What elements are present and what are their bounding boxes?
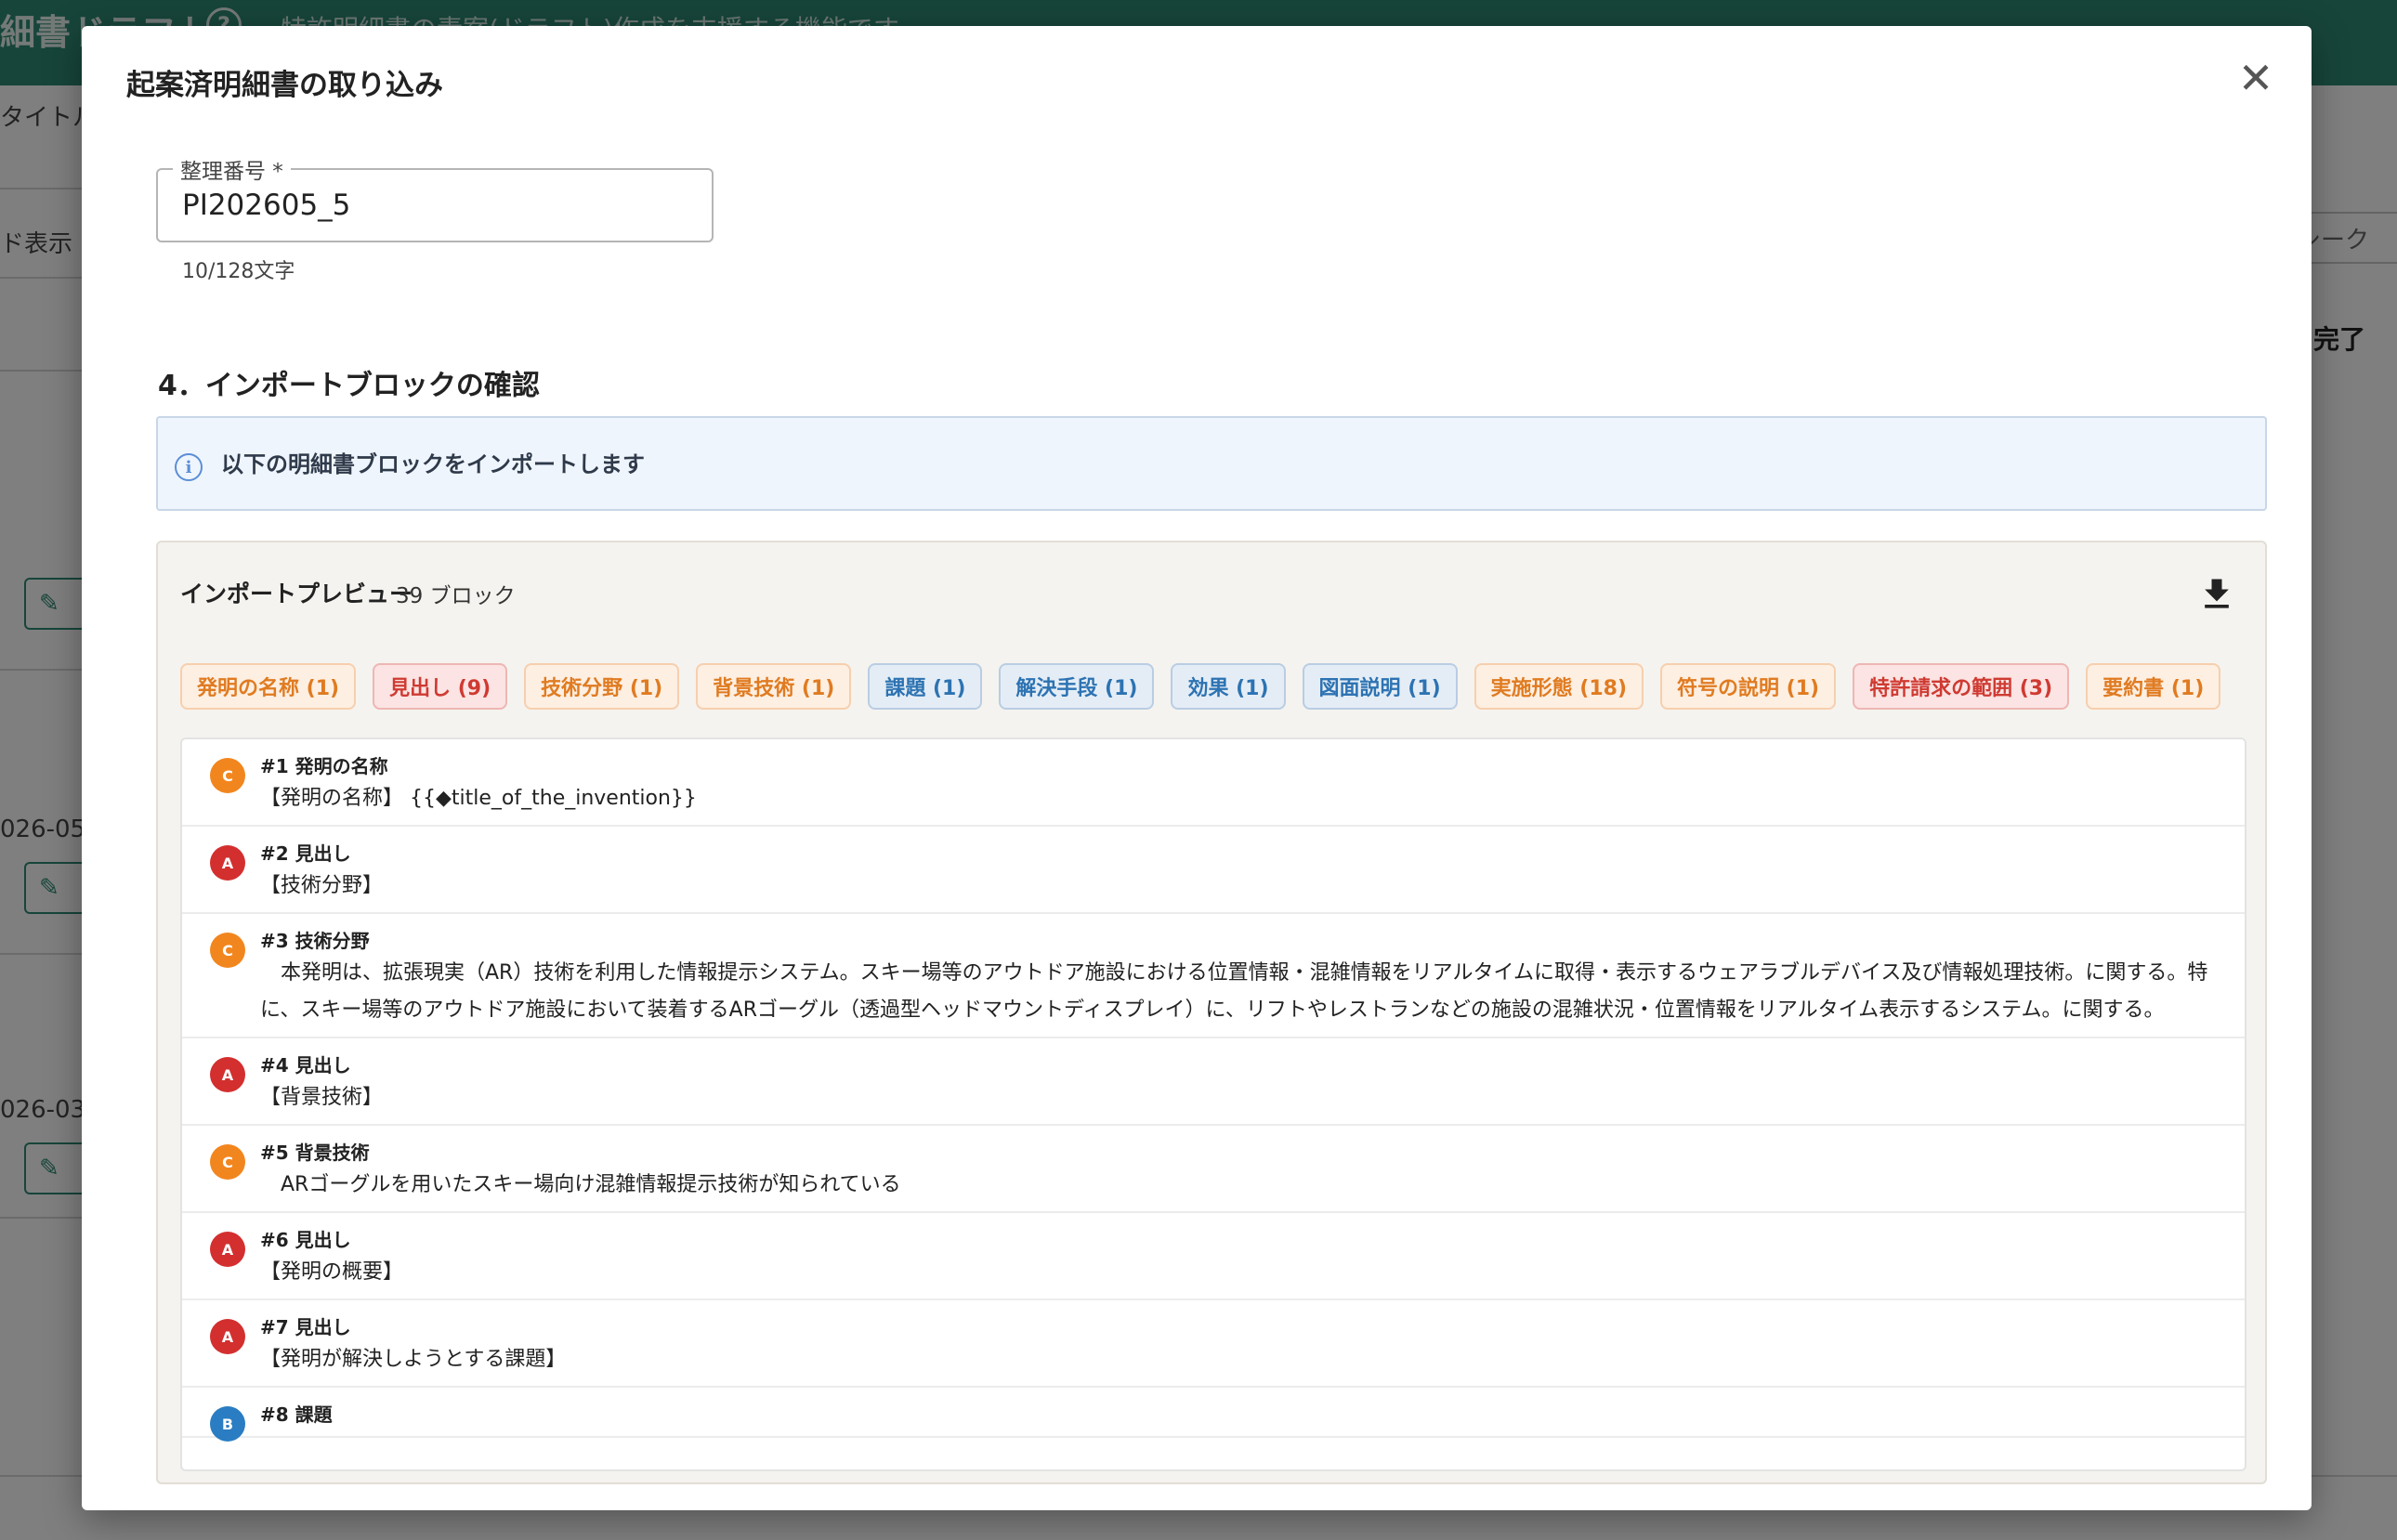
reference-number-field[interactable]: 整理番号 *	[156, 153, 714, 242]
block-heading: #2 見出し	[260, 842, 351, 865]
block-content: 本発明は、拡張現実（AR）技術を利用した情報提示システム。スキー場等のアウトドア…	[260, 961, 2208, 1022]
block-heading: #7 見出し	[260, 1316, 351, 1338]
import-preview: インポートプレビュー 39 ブロック 発明の名称 (1) 見出し (9) 技術分野 …	[156, 541, 2267, 1484]
block-type-badge: C	[210, 1144, 245, 1180]
block-heading: #4 見出し	[260, 1054, 351, 1077]
category-chip[interactable]: 効果 (1)	[1171, 663, 1286, 710]
category-chip[interactable]: 図面説明 (1)	[1302, 663, 1458, 710]
block-type-badge: A	[210, 845, 245, 881]
block-content	[260, 1429, 2217, 1436]
download-icon[interactable]	[2196, 574, 2237, 615]
block-list[interactable]: C #1 発明の名称【発明の名称】 {{◆title_of_the_inventi…	[180, 737, 2246, 1471]
block-type-badge: B	[210, 1406, 245, 1442]
category-chip[interactable]: 要約書 (1)	[2086, 663, 2221, 710]
category-chip[interactable]: 技術分野 (1)	[524, 663, 680, 710]
block-row[interactable]: C #3 技術分野 本発明は、拡張現実（AR）技術を利用した情報提示システム。スキ…	[182, 914, 2245, 1038]
category-filter-chips: 発明の名称 (1) 見出し (9) 技術分野 (1) 背景技術 (1) 課題 (1) 解決…	[180, 663, 2221, 710]
block-content: ARゴーグルを用いたスキー場向け混雑情報提示技術が知られている	[260, 1173, 901, 1196]
block-row[interactable]: C #1 発明の名称【発明の名称】 {{◆title_of_the_inventi…	[182, 739, 2245, 827]
category-chip[interactable]: 解決手段 (1)	[999, 663, 1155, 710]
block-row[interactable]: B #8 課題	[182, 1388, 2245, 1442]
block-content: 【発明が解決しようとする課題】	[260, 1348, 567, 1371]
dialog-title: 起案済明細書の取り込み	[126, 69, 443, 102]
block-heading: #8 課題	[260, 1403, 333, 1426]
block-type-badge: C	[210, 933, 245, 968]
block-count: 39 ブロック	[396, 584, 516, 608]
block-heading: #3 技術分野	[260, 930, 370, 952]
category-chip[interactable]: 見出し (9)	[373, 663, 508, 710]
reference-number-label: 整理番号 *	[173, 153, 291, 185]
block-heading: #5 背景技術	[260, 1142, 370, 1164]
block-type-badge: C	[210, 758, 245, 793]
category-chip[interactable]: 背景技術 (1)	[696, 663, 852, 710]
block-type-badge: A	[210, 1319, 245, 1354]
block-row[interactable]: A #2 見出し【技術分野】	[182, 827, 2245, 914]
block-type-badge: A	[210, 1232, 245, 1267]
info-icon: i	[175, 453, 203, 481]
category-chip[interactable]: 発明の名称 (1)	[180, 663, 357, 710]
block-type-badge: A	[210, 1057, 245, 1092]
category-chip[interactable]: 課題 (1)	[868, 663, 983, 710]
preview-title: インポートプレビュー	[180, 581, 413, 607]
block-content: 【発明の名称】 {{◆title_of_the_invention}}	[260, 787, 697, 810]
category-chip[interactable]: 実施形態 (18)	[1474, 663, 1644, 710]
info-banner: i 以下の明細書ブロックをインポートします	[156, 416, 2267, 511]
section-title: 4．インポートブロックの確認	[158, 370, 540, 402]
block-row[interactable]: C #5 背景技術 ARゴーグルを用いたスキー場向け混雑情報提示技術が知られている	[182, 1126, 2245, 1213]
block-content: 【技術分野】	[260, 874, 384, 897]
block-row[interactable]: A #7 見出し【発明が解決しようとする課題】	[182, 1300, 2245, 1388]
block-heading: #6 見出し	[260, 1229, 351, 1251]
block-heading: #1 発明の名称	[260, 755, 388, 777]
block-row[interactable]: A #6 見出し【発明の概要】	[182, 1213, 2245, 1300]
category-chip[interactable]: 特許請求の範囲 (3)	[1853, 663, 2070, 710]
category-chip[interactable]: 符号の説明 (1)	[1660, 663, 1837, 710]
reference-number-input[interactable]	[182, 187, 684, 224]
block-row[interactable]: A #4 見出し【背景技術】	[182, 1038, 2245, 1126]
import-dialog: 起案済明細書の取り込み ✕ 整理番号 * 10/128文字 4．インポートブロッ…	[82, 26, 2312, 1510]
block-content: 【背景技術】	[260, 1086, 384, 1109]
info-text: 以下の明細書ブロックをインポートします	[221, 451, 645, 477]
block-content: 【発明の概要】	[260, 1260, 404, 1284]
char-counter: 10/128文字	[182, 260, 295, 283]
close-icon[interactable]: ✕	[2233, 56, 2278, 100]
